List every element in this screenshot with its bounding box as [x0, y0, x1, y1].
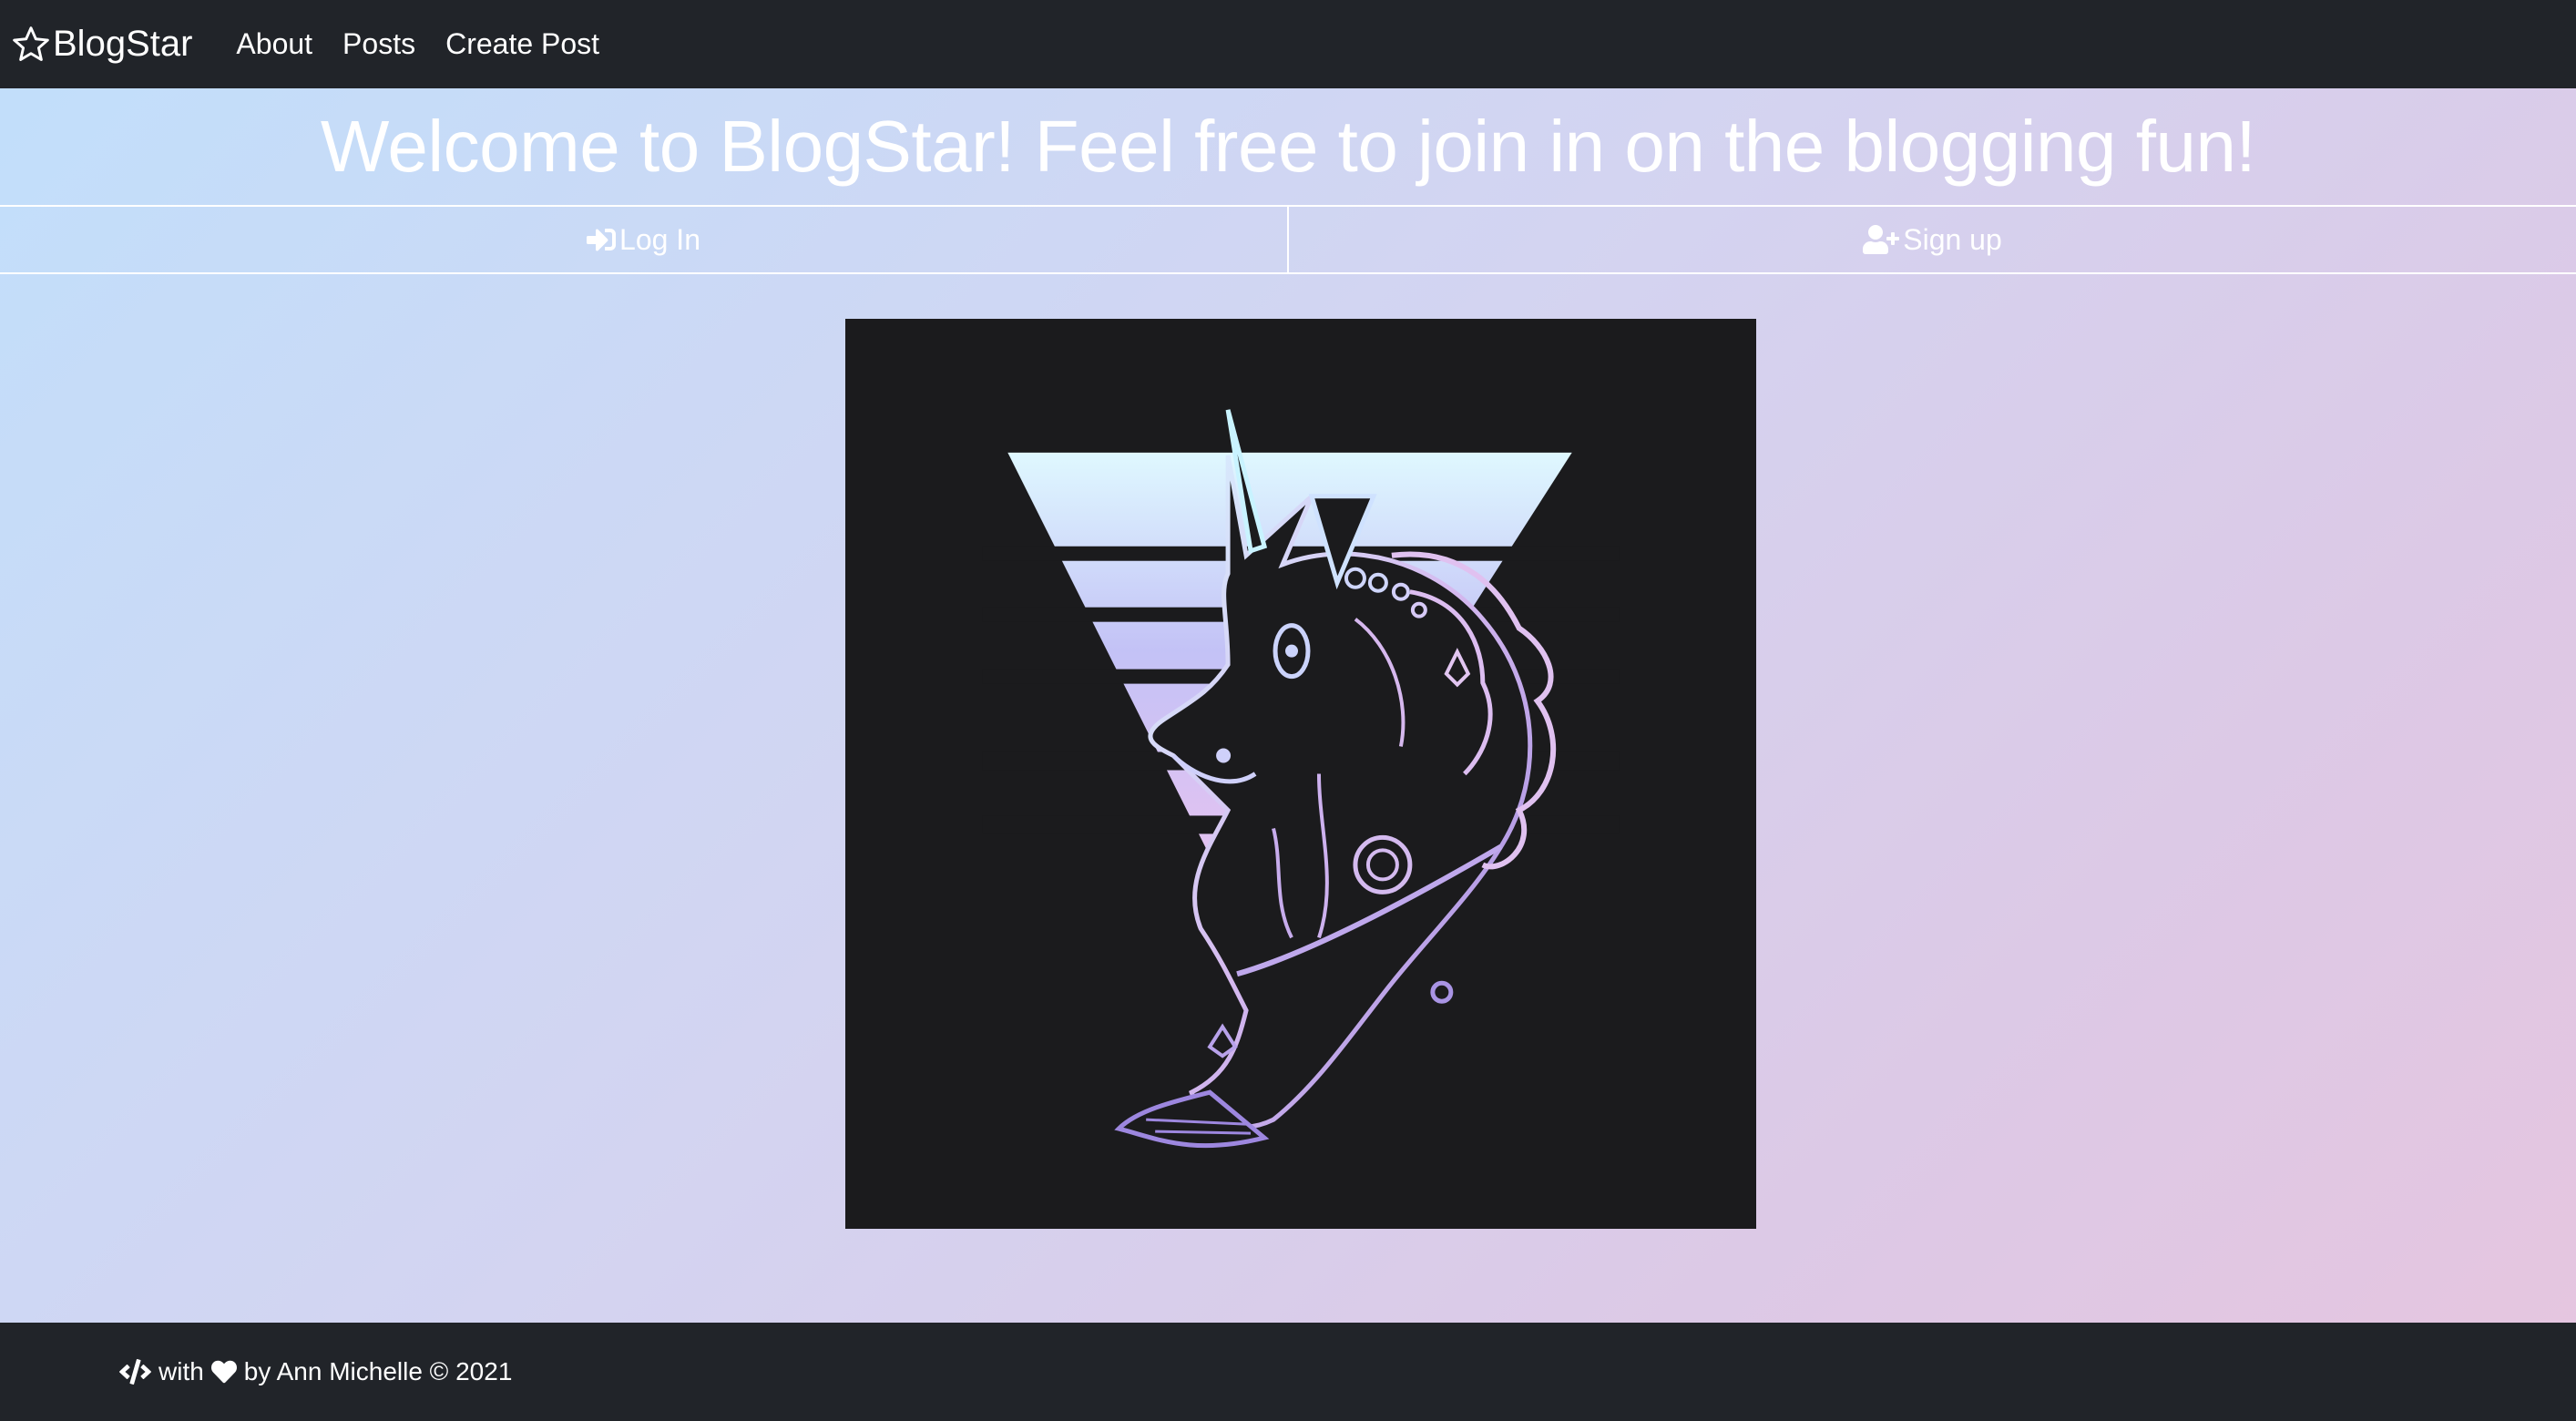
- footer: with by Ann Michelle © 2021: [0, 1323, 2576, 1421]
- nav-link-create-post[interactable]: Create Post: [445, 27, 599, 61]
- login-button[interactable]: Log In: [0, 207, 1287, 272]
- footer-credit: by Ann Michelle © 2021: [243, 1357, 513, 1385]
- login-label: Log In: [619, 222, 700, 256]
- code-icon: [119, 1359, 151, 1385]
- welcome-heading: Welcome to BlogStar! Feel free to join i…: [320, 106, 2256, 187]
- auth-bar: Log In Sign up: [0, 205, 2576, 274]
- signup-button[interactable]: Sign up: [1287, 207, 2576, 272]
- brand-link[interactable]: BlogStar: [11, 24, 192, 65]
- nav-link-posts[interactable]: Posts: [342, 27, 415, 61]
- star-outline-icon: [13, 26, 49, 61]
- top-navbar: BlogStar About Posts Create Post: [0, 0, 2576, 88]
- footer-with-text: with: [158, 1357, 204, 1385]
- sign-in-icon: [587, 229, 617, 251]
- hero-image: [845, 319, 1756, 1229]
- heart-icon: [210, 1360, 237, 1384]
- user-plus-icon: [1863, 225, 1900, 254]
- brand-name: BlogStar: [53, 24, 193, 64]
- signup-label: Sign up: [1903, 222, 2002, 256]
- nav-link-about[interactable]: About: [236, 27, 312, 61]
- unicorn-illustration: [982, 409, 1620, 1149]
